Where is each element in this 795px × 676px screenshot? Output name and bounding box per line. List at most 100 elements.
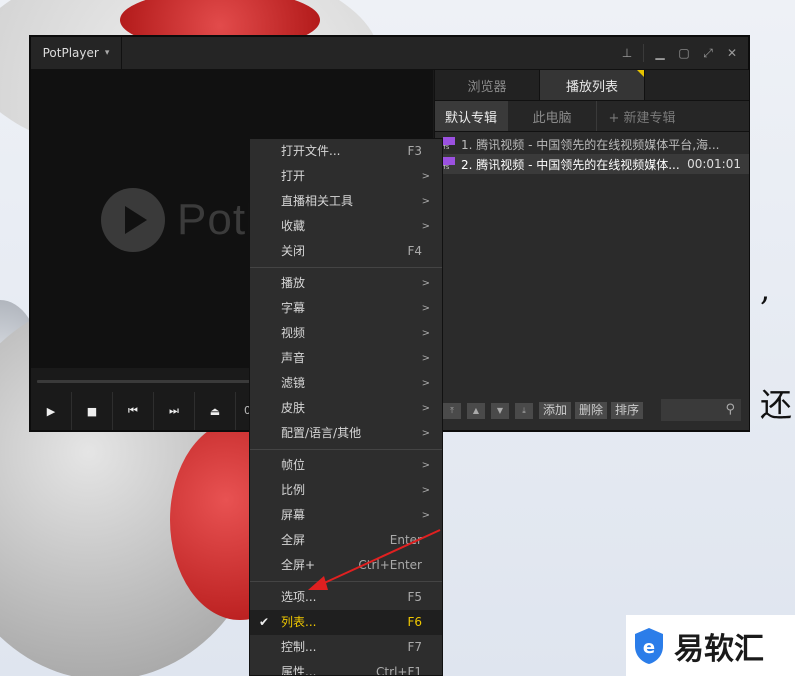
title-bar[interactable]: PotPlayer ▾ ⊥ ▁ ▢ ⤢ ✕ — [31, 37, 748, 70]
menu-item-shortcut: F5 — [407, 590, 422, 604]
move-top-button[interactable]: ⤒ — [443, 402, 461, 419]
menu-item-shortcut: F6 — [407, 615, 422, 629]
menu-item-label: 控制... — [281, 640, 317, 654]
menu-item[interactable]: 字幕 > — [250, 296, 442, 321]
play-button[interactable]: ▶ — [31, 392, 72, 430]
menu-item-shortcut: F7 — [407, 640, 422, 654]
sort-button[interactable]: 排序 — [611, 402, 644, 419]
playlist-item[interactable]: TS 2. 腾讯视频 - 中国领先的在线视频媒体... 00:01:01 — [435, 154, 749, 174]
playlist-item-title: 1. 腾讯视频 - 中国领先的在线视频媒体平台,海... — [461, 137, 720, 152]
close-button[interactable]: ✕ — [720, 46, 744, 60]
submenu-arrow-icon: > — [421, 303, 430, 314]
menu-item-label: 列表... — [281, 615, 317, 629]
submenu-arrow-icon: > — [421, 328, 430, 339]
maximize-button[interactable]: ▢ — [672, 46, 696, 60]
play-logo-icon — [101, 188, 165, 252]
submenu-arrow-icon: > — [421, 485, 430, 496]
playlist: TS 1. 腾讯视频 - 中国领先的在线视频媒体平台,海... TS 2. 腾讯… — [435, 134, 749, 174]
add-button[interactable]: 添加 — [539, 402, 572, 419]
menu-item[interactable]: 收藏 > — [250, 214, 442, 239]
menu-item-label: 打开文件... — [281, 144, 341, 158]
move-bottom-button[interactable]: ⤓ — [515, 402, 533, 419]
minimize-button[interactable]: ▁ — [648, 46, 672, 60]
menu-item-label: 帧位 — [281, 458, 306, 472]
menu-item-label: 属性... — [281, 665, 317, 676]
menu-item[interactable]: 皮肤 > — [250, 396, 442, 421]
menu-item[interactable]: 选项... F5 — [250, 585, 442, 610]
app-menu-button[interactable]: PotPlayer ▾ — [31, 37, 122, 69]
menu-item-label: 直播相关工具 — [281, 194, 354, 208]
menu-item[interactable]: 播放 > — [250, 271, 442, 296]
menu-item[interactable]: 全屏 Enter — [250, 528, 442, 553]
previous-button[interactable]: ⏮ — [113, 392, 154, 430]
video-file-icon: TS — [443, 157, 455, 171]
menu-item-label: 全屏 — [281, 533, 306, 547]
tab-browser[interactable]: 浏览器 — [435, 70, 540, 100]
menu-item-label: 比例 — [281, 483, 306, 497]
menu-item[interactable]: 帧位 > — [250, 453, 442, 478]
menu-item[interactable]: 滤镜 > — [250, 371, 442, 396]
background-text-comma: , — [760, 270, 771, 308]
play-icon: ▶ — [46, 404, 56, 418]
skip-previous-icon: ⏮ — [128, 404, 138, 417]
stop-button[interactable]: ■ — [72, 392, 113, 430]
playlist-item[interactable]: TS 1. 腾讯视频 - 中国领先的在线视频媒体平台,海... — [435, 134, 749, 154]
menu-item-label: 播放 — [281, 276, 306, 290]
menu-item-label: 打开 — [281, 169, 306, 183]
search-icon: ⚲ — [725, 402, 735, 417]
album-tab-this-pc[interactable]: 此电脑 — [508, 101, 597, 131]
menu-item[interactable]: 全屏+ Ctrl+Enter — [250, 553, 442, 578]
playlist-search-input[interactable]: ⚲ — [661, 399, 741, 421]
album-tab-default[interactable]: 默认专辑 — [435, 101, 508, 131]
watermark-text: 易软汇 — [674, 631, 764, 667]
album-tabs: 默认专辑 此电脑 + 新建专辑 — [435, 101, 749, 132]
submenu-arrow-icon: > — [421, 403, 430, 414]
menu-item[interactable]: 比例 > — [250, 478, 442, 503]
menu-item-label: 选项... — [281, 590, 317, 604]
menu-separator — [250, 581, 442, 582]
menu-item-label: 收藏 — [281, 219, 306, 233]
menu-item[interactable]: 打开文件... F3 — [250, 139, 442, 164]
menu-item[interactable]: 视频 > — [250, 321, 442, 346]
shield-logo-icon: e — [635, 627, 663, 664]
submenu-arrow-icon: > — [421, 460, 430, 471]
menu-item[interactable]: 控制... F7 — [250, 635, 442, 660]
menu-item[interactable]: 属性... Ctrl+F1 — [250, 660, 442, 676]
delete-button[interactable]: 删除 — [575, 402, 608, 419]
menu-item[interactable]: 配置/语言/其他 > — [250, 421, 442, 446]
app-title: PotPlayer — [42, 46, 99, 60]
logo-text: Potl — [177, 195, 257, 244]
menu-item-label: 全屏+ — [281, 558, 316, 572]
menu-item[interactable]: 声音 > — [250, 346, 442, 371]
skip-next-icon: ⏭ — [169, 404, 179, 417]
eject-icon: ⏏ — [209, 404, 221, 418]
menu-item-shortcut: F4 — [407, 244, 422, 258]
menu-item-label: 皮肤 — [281, 401, 306, 415]
next-button[interactable]: ⏭ — [154, 392, 195, 430]
menu-item-shortcut: Enter — [389, 533, 422, 547]
window-controls: ⊥ ▁ ▢ ⤢ ✕ — [615, 37, 744, 69]
menu-item[interactable]: 直播相关工具 > — [250, 189, 442, 214]
divider — [643, 44, 644, 62]
new-album-button[interactable]: + 新建专辑 — [597, 101, 687, 131]
video-file-icon: TS — [443, 137, 455, 151]
fullscreen-button[interactable]: ⤢ — [696, 46, 720, 61]
watermark: e 易软汇 — [626, 615, 795, 676]
background-text-char: 还 — [760, 386, 793, 424]
menu-separator — [250, 267, 442, 268]
arrow-down-icon: ▼ — [496, 406, 504, 415]
eject-button[interactable]: ⏏ — [195, 392, 236, 430]
pin-icon[interactable]: ⊥ — [615, 46, 639, 60]
menu-item-label: 配置/语言/其他 — [281, 426, 362, 440]
menu-item-label: 滤镜 — [281, 376, 306, 390]
move-down-button[interactable]: ▼ — [491, 402, 509, 419]
tab-playlist[interactable]: 播放列表 — [540, 70, 645, 100]
submenu-arrow-icon: > — [421, 428, 430, 439]
menu-item[interactable]: 关闭 F4 — [250, 239, 442, 264]
panel-tabs: 浏览器 播放列表 — [435, 70, 749, 101]
menu-item[interactable]: 打开 > — [250, 164, 442, 189]
menu-separator — [250, 449, 442, 450]
menu-item[interactable]: ✔ 列表... F6 — [250, 610, 442, 635]
move-up-button[interactable]: ▲ — [467, 402, 485, 419]
menu-item[interactable]: 屏幕 > — [250, 503, 442, 528]
